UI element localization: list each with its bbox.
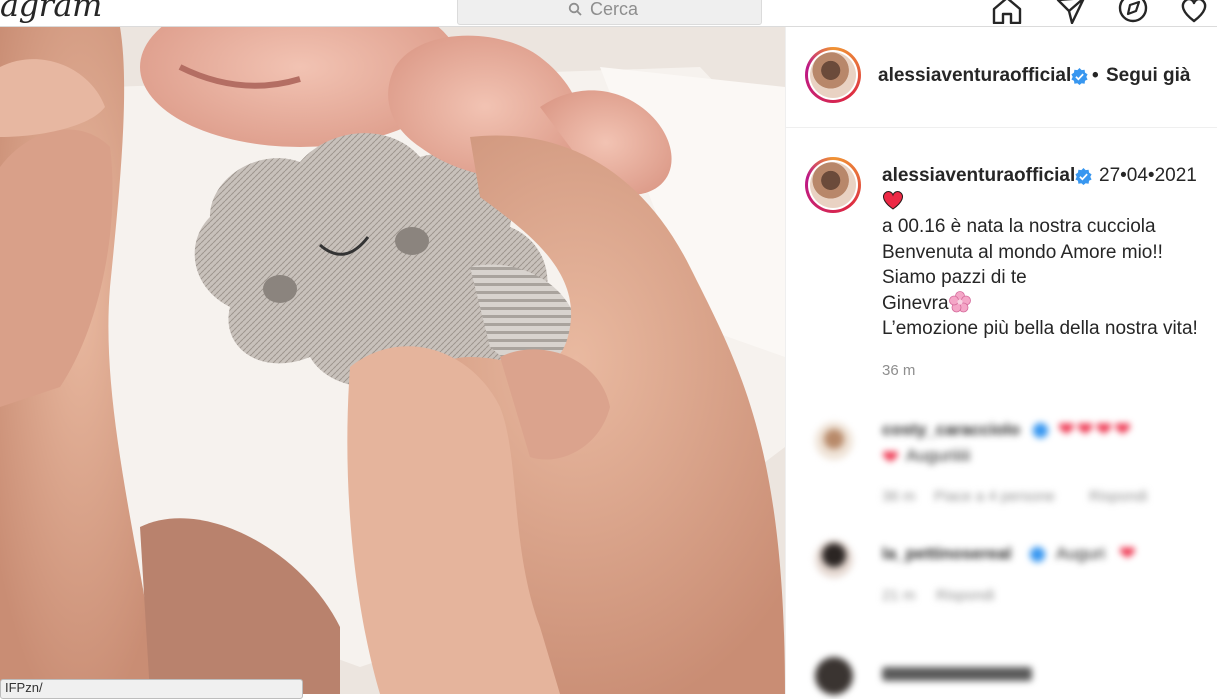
home-icon[interactable] (991, 0, 1023, 24)
red-heart-emoji-icon (883, 191, 903, 210)
following-button[interactable]: Segui già (1106, 65, 1190, 87)
post-details-panel: alessiaventuraofficial • Segui già aless… (785, 27, 1217, 695)
author-username[interactable]: alessiaventuraofficial (878, 65, 1071, 87)
comment-username-placeholder (882, 667, 1032, 681)
caption-username[interactable]: alessiaventuraofficial (882, 165, 1075, 187)
comment-text: Auguri (1056, 544, 1106, 563)
comment-reply-button[interactable]: Rispondi (1089, 488, 1147, 505)
caption-line: Benvenuta al mondo Amore mio!! (882, 241, 1163, 263)
heart-emoji: ❤ (1119, 543, 1136, 565)
search-icon (568, 2, 582, 16)
comment-username[interactable]: costy_caracciolo (882, 420, 1020, 440)
caption-text: a 00.16 è nata la nostra cucciola Benven… (882, 190, 1198, 342)
hearts-emoji-row: ❤❤❤❤ (1058, 419, 1134, 441)
top-navigation-bar: agram Cerca (0, 0, 1217, 27)
header-separator: • (1092, 65, 1099, 86)
explore-compass-icon[interactable] (1117, 0, 1149, 24)
author-avatar[interactable] (805, 47, 861, 103)
instagram-logo[interactable]: agram (0, 0, 102, 24)
comment-username[interactable]: la_pettinosereal (882, 544, 1011, 564)
comment-avatar[interactable] (815, 657, 853, 695)
caption-line: a 00.16 è nata la nostra cucciola (882, 216, 1156, 237)
caption-avatar[interactable] (805, 157, 861, 213)
search-placeholder: Cerca (590, 0, 639, 19)
post-date: 27•04•2021 (1099, 165, 1197, 186)
comment-reply-button[interactable]: Rispondi (936, 587, 994, 604)
verified-badge-icon (1075, 168, 1092, 185)
caption-line: Ginevra (882, 292, 949, 314)
heart-emoji: ❤ (882, 447, 899, 469)
comment-time: 21 m (882, 587, 916, 604)
comment-likes[interactable]: Piace a 4 persone (934, 488, 1055, 505)
caption-age: 36 m (882, 362, 916, 379)
post-header: alessiaventuraofficial • Segui già (786, 27, 1217, 128)
comment-avatar[interactable] (815, 422, 853, 460)
post-photo[interactable] (0, 27, 785, 694)
direct-send-icon[interactable] (1055, 0, 1087, 24)
status-bar-url: IFPzn/ (0, 679, 303, 699)
caption-line: Siamo pazzi di te (882, 267, 1027, 288)
caption-line: L’emozione più bella della nostra vita! (882, 318, 1198, 339)
comment-text: Auguriiiii (906, 446, 971, 465)
cherry-blossom-emoji-icon (948, 290, 971, 312)
caption-line-with-flower: Ginevra (882, 290, 1198, 317)
newborn-holding-hands-image (0, 27, 785, 694)
comment-time: 36 m (882, 488, 916, 505)
comment-avatar[interactable] (815, 540, 853, 578)
heart-icon[interactable] (1178, 0, 1210, 24)
verified-badge-icon (1029, 546, 1046, 563)
comments-list: costy_caracciolo ❤❤❤❤ ❤ Auguriiiii 36 m … (786, 412, 1217, 695)
verified-badge-icon (1071, 68, 1088, 85)
verified-badge-icon (1032, 422, 1049, 439)
